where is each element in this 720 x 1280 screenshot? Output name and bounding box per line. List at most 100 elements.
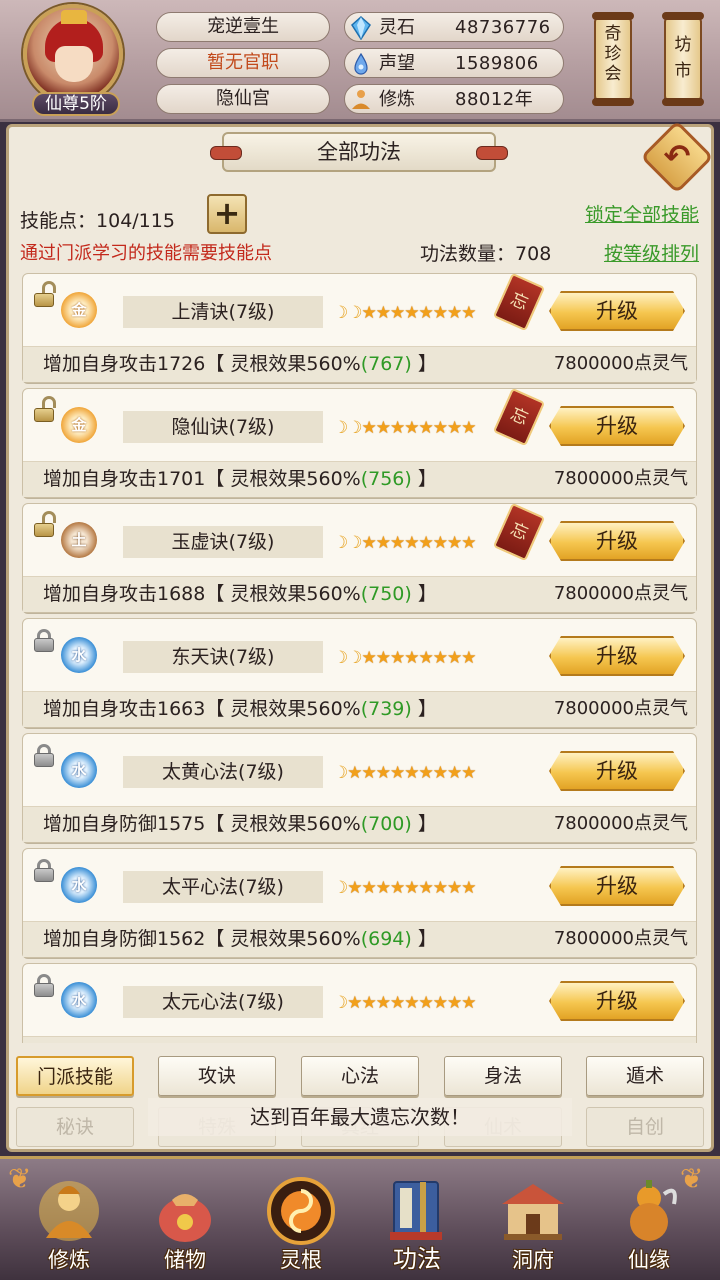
moon-icon: ☽	[333, 648, 348, 668]
skill-effect: 增加自身防御1562【 灵根效果560%(694) 】	[43, 922, 437, 956]
skill-points-label: 技能点：	[20, 210, 97, 232]
star-icon: ★	[418, 878, 434, 898]
skill-effect-close: 】	[411, 353, 437, 375]
nav-cave-house[interactable]: 洞府	[478, 1168, 588, 1278]
star-icon: ★	[390, 533, 405, 553]
skill-card[interactable]: 土玉虚诀(7级) ☽☽★★★★★★★★ 忘升级 增加自身攻击1688【 灵根效果560…	[22, 502, 697, 613]
upgrade-button[interactable]: 升级	[549, 521, 685, 561]
tab-movement[interactable]: 身法	[444, 1056, 562, 1096]
nav-gourd[interactable]: 仙缘	[594, 1168, 704, 1278]
lock-all-skills-link[interactable]: 锁定全部技能	[585, 200, 699, 227]
lock-icon[interactable]	[33, 859, 55, 882]
star-icon: ★	[390, 878, 405, 898]
skill-card[interactable]: 水太黄心法(7级) ☽★★★★★★★★★ 升级 增加自身防御1575【 灵根效果560…	[22, 733, 697, 843]
star-icon: ★	[347, 763, 362, 783]
upgrade-cost: 7800000点灵气	[553, 468, 688, 489]
star-icon: ★	[347, 878, 362, 898]
star-icon: ★	[404, 993, 419, 1013]
moon-icon: ☽	[333, 533, 348, 553]
market-button[interactable]: 坊市	[662, 12, 704, 106]
gourd-icon	[630, 1180, 677, 1241]
upgrade-button[interactable]: 升级	[549, 981, 685, 1021]
star-icon: ★	[390, 763, 405, 783]
unlock-icon[interactable]	[33, 396, 56, 422]
skill-book-icon	[390, 1181, 442, 1240]
back-arrow-icon[interactable]: ↶	[656, 138, 698, 174]
tab-attack[interactable]: 攻诀	[158, 1056, 276, 1096]
rare-treasure-shop-button[interactable]: 奇珍会	[592, 12, 634, 106]
unlock-icon[interactable]	[33, 281, 56, 307]
resource-value: 48736776	[455, 17, 551, 38]
element-badge: 水	[61, 982, 97, 1018]
storage-bag-icon	[159, 1194, 211, 1242]
star-icon: ★	[375, 303, 391, 323]
forget-tag-button[interactable]: 忘	[492, 502, 546, 562]
star-icon: ★	[418, 303, 434, 323]
skill-card[interactable]: 金上清诀(7级) ☽☽★★★★★★★★ 忘升级 增加自身攻击1726【 灵根效果560…	[22, 273, 697, 383]
skill-effect-text: 增加自身防御1575【 灵根效果560%	[43, 813, 361, 835]
resource-cultivation: 修炼 88012年	[344, 84, 564, 114]
skill-list[interactable]: 金上清诀(7级) ☽☽★★★★★★★★ 忘升级 增加自身攻击1726【 灵根效果560…	[22, 273, 697, 1043]
avatar[interactable]: 仙尊5阶	[18, 4, 128, 116]
cultivation-icon	[39, 1181, 99, 1241]
moon-icon: ☽	[347, 303, 362, 323]
nav-skill-book[interactable]: 功法	[362, 1168, 472, 1278]
upgrade-button[interactable]: 升级	[549, 751, 685, 791]
star-icon: ★	[461, 648, 476, 668]
skill-effect: 增加自身防御1575【 灵根效果560%(700) 】	[43, 807, 437, 841]
upgrade-cost: 7800000点灵气	[553, 698, 688, 719]
skill-card[interactable]: 水太平心法(7级) ☽★★★★★★★★★ 升级 增加自身防御1562【 灵根效果560…	[22, 848, 697, 958]
star-icon: ★	[461, 878, 476, 898]
nav-storage-bag[interactable]: 储物	[130, 1168, 240, 1278]
upgrade-button[interactable]: 升级	[549, 636, 685, 676]
skill-rating: ☽☽★★★★★★★★	[333, 300, 477, 326]
upgrade-button[interactable]: 升级	[549, 291, 685, 331]
skill-effect-close: 】	[411, 468, 437, 490]
lock-icon[interactable]	[33, 629, 55, 652]
add-skill-point-button[interactable]: +	[207, 194, 247, 234]
nav-cultivation[interactable]: 修炼	[14, 1168, 124, 1278]
tab-mind[interactable]: 心法	[301, 1056, 419, 1096]
skill-point-note: 通过门派学习的技能需要技能点	[20, 243, 272, 264]
star-icon: ★	[390, 648, 405, 668]
lock-icon[interactable]	[33, 744, 55, 767]
star-icon: ★	[432, 993, 448, 1013]
star-icon: ★	[361, 648, 377, 668]
sort-by-level-link[interactable]: 按等级排列	[604, 239, 699, 266]
skill-effect-bonus: (750)	[360, 583, 412, 605]
skill-name: 玉虚诀(7级)	[123, 526, 323, 558]
moon-icon: ☽	[333, 993, 348, 1013]
moon-icon: ☽	[333, 418, 348, 438]
tab-custom[interactable]: 自创	[586, 1107, 704, 1147]
skill-card[interactable]: 水太元心法(7级) ☽★★★★★★★★★ 升级	[22, 963, 697, 1043]
star-icon: ★	[361, 763, 377, 783]
crystal-icon	[351, 16, 371, 40]
unlock-icon[interactable]	[33, 511, 56, 537]
tab-secret[interactable]: 秘诀	[16, 1107, 134, 1147]
upgrade-button[interactable]: 升级	[549, 406, 685, 446]
skill-rating: ☽★★★★★★★★★	[333, 990, 477, 1016]
tab-sect-skills[interactable]: 门派技能	[16, 1056, 134, 1096]
skill-points: 技能点：104/115	[20, 206, 175, 233]
moon-icon: ☽	[333, 303, 348, 323]
star-icon: ★	[432, 763, 448, 783]
skill-card-detail: 增加自身攻击1726【 灵根效果560%(767) 】 7800000点灵气	[23, 346, 696, 382]
forget-tag-button[interactable]: 忘	[492, 273, 546, 332]
skill-effect-text: 增加自身攻击1726【 灵根效果560%	[43, 353, 361, 375]
element-badge: 土	[61, 522, 97, 558]
lock-icon[interactable]	[33, 974, 55, 997]
skill-effect: 增加自身攻击1688【 灵根效果560%(750) 】	[43, 577, 437, 611]
skill-card[interactable]: 金隐仙诀(7级) ☽☽★★★★★★★★ 忘升级 增加自身攻击1701【 灵根效果560…	[22, 387, 697, 498]
upgrade-button[interactable]: 升级	[549, 866, 685, 906]
skill-card-detail: 增加自身防御1562【 灵根效果560%(694) 】 7800000点灵气	[23, 921, 696, 957]
skill-card[interactable]: 水东天诀(7级) ☽☽★★★★★★★★ 升级 增加自身攻击1663【 灵根效果560%…	[22, 618, 697, 728]
drop-icon	[354, 52, 368, 75]
forget-tag-button[interactable]: 忘	[492, 387, 546, 447]
tab-escape[interactable]: 遁术	[586, 1056, 704, 1096]
upgrade-cost: 7800000点灵气	[553, 583, 688, 604]
skill-card-top: 水太黄心法(7级) ☽★★★★★★★★★ 升级	[23, 734, 696, 806]
nav-spirit-root[interactable]: 灵根	[246, 1168, 356, 1278]
star-icon: ★	[375, 993, 391, 1013]
resource-spirit-stone: 灵石 48736776	[344, 12, 564, 42]
player-name: 宠逆壹生	[156, 12, 330, 42]
